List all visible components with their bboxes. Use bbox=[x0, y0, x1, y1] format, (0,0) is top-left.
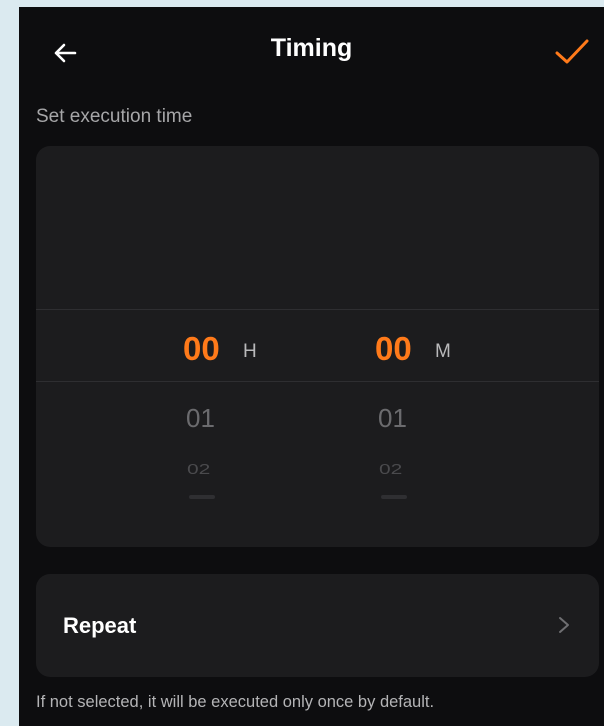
time-picker: 00 H 01 02 00 M 01 02 bbox=[36, 146, 599, 547]
hour-wheel[interactable]: 00 H 01 02 bbox=[183, 146, 343, 547]
minute-selected-value: 00 bbox=[375, 330, 412, 367]
section-label: Set execution time bbox=[36, 106, 193, 127]
minute-option-faded bbox=[381, 495, 407, 499]
repeat-label: Repeat bbox=[63, 613, 137, 638]
repeat-footnote: If not selected, it will be executed onl… bbox=[36, 693, 435, 711]
confirm-button[interactable] bbox=[550, 33, 594, 71]
hour-option[interactable]: 01 bbox=[186, 404, 215, 432]
timing-screen: Timing Set execution time 00 H 01 02 00 … bbox=[19, 7, 604, 726]
minute-unit-label: M bbox=[435, 341, 451, 362]
minute-option[interactable]: 01 bbox=[378, 404, 407, 432]
chevron-right-icon bbox=[559, 617, 569, 633]
minute-wheel[interactable]: 00 M 01 02 bbox=[375, 146, 535, 547]
hour-selected-value: 00 bbox=[183, 330, 220, 367]
page-title: Timing bbox=[270, 34, 353, 62]
repeat-row[interactable]: Repeat bbox=[36, 574, 599, 677]
hour-option[interactable]: 02 bbox=[187, 462, 210, 477]
checkmark-icon bbox=[555, 39, 589, 64]
hour-option-faded bbox=[189, 495, 215, 499]
header: Timing bbox=[19, 7, 604, 91]
minute-option[interactable]: 02 bbox=[379, 462, 402, 477]
hour-unit-label: H bbox=[243, 341, 257, 362]
